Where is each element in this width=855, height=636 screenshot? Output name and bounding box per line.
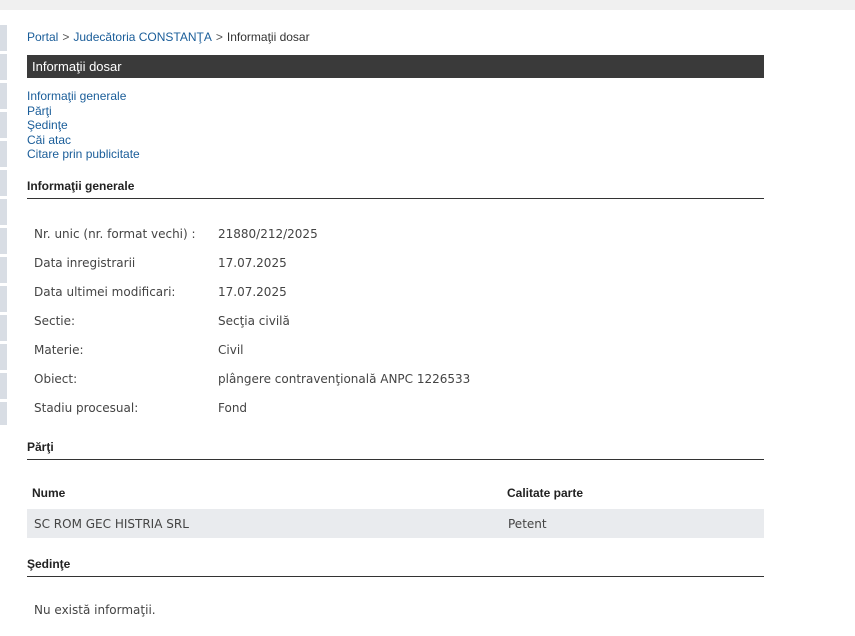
hearings-heading: Şedinţe — [27, 557, 764, 577]
general-info-heading: Informaţii generale — [27, 179, 764, 199]
info-value: 17.07.2025 — [218, 256, 287, 270]
section-links: Informaţii generale Părţi Şedinţe Căi at… — [27, 89, 140, 162]
info-value: 17.07.2025 — [218, 285, 287, 299]
info-value: Fond — [218, 401, 248, 415]
link-appeals[interactable]: Căi atac — [27, 133, 140, 148]
table-row: SC ROM GEC HISTRIA SRL Petent — [27, 509, 764, 538]
info-value: plângere contravenţională ANPC 1226533 — [218, 372, 471, 386]
party-role: Petent — [508, 517, 547, 531]
hearings-empty-text: Nu există informaţii. — [34, 603, 156, 617]
info-label: Obiect: — [34, 372, 78, 386]
breadcrumb-court[interactable]: Judecătoria CONSTANŢA — [73, 30, 212, 44]
info-label: Sectie: — [34, 314, 76, 328]
info-value: Civil — [218, 343, 244, 357]
info-label: Data ultimei modificari: — [34, 285, 176, 299]
breadcrumb: Portal > Judecătoria CONSTANŢA > Informaţii … — [27, 30, 310, 44]
top-strip — [0, 0, 855, 10]
info-label: Materie: — [34, 343, 84, 357]
link-public-summons[interactable]: Citare prin publicitate — [27, 147, 140, 162]
breadcrumb-current: Informaţii dosar — [226, 30, 310, 44]
party-name: SC ROM GEC HISTRIA SRL — [34, 517, 189, 531]
breadcrumb-separator: > — [62, 30, 70, 44]
link-parties[interactable]: Părţi — [27, 104, 140, 119]
link-general-info[interactable]: Informaţii generale — [27, 89, 140, 104]
info-label: Data inregistrarii — [34, 256, 136, 270]
column-role: Calitate parte — [507, 486, 584, 500]
parties-heading: Părţi — [27, 440, 764, 460]
info-label: Stadiu procesual: — [34, 401, 139, 415]
breadcrumb-portal[interactable]: Portal — [27, 30, 58, 44]
page-title: Informaţii dosar — [27, 55, 764, 78]
info-value: Secţia civilă — [218, 314, 290, 328]
breadcrumb-separator: > — [215, 30, 223, 44]
info-value: 21880/212/2025 — [218, 227, 318, 241]
link-hearings[interactable]: Şedinţe — [27, 118, 140, 133]
info-label: Nr. unic (nr. format vechi) : — [34, 227, 196, 241]
column-name: Nume — [32, 486, 66, 500]
left-nav-strip — [0, 25, 7, 425]
